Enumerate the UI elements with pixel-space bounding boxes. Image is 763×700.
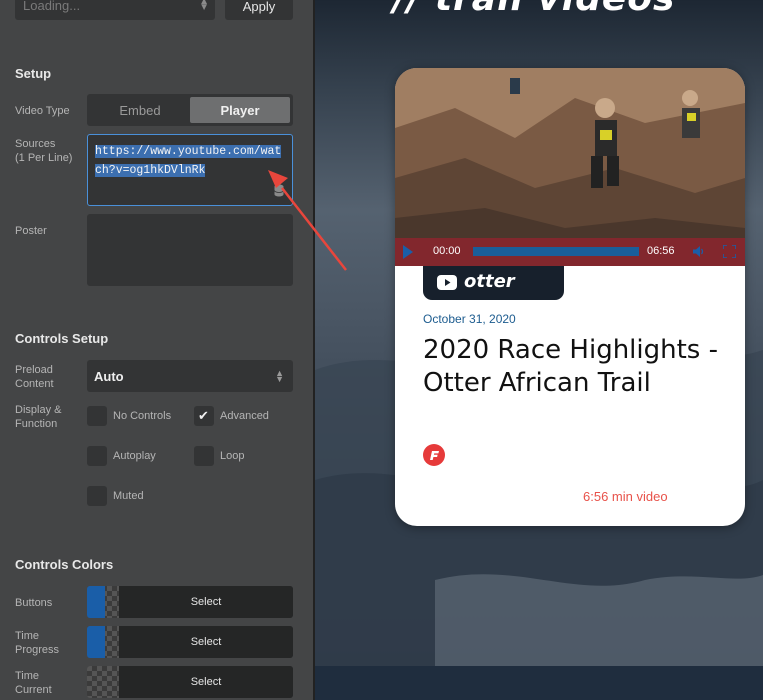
element-select-value: Loading...	[23, 0, 81, 13]
sources-label-line1: Sources	[15, 138, 56, 150]
video-duration-text: 6:56 min video	[583, 489, 668, 504]
volume-icon[interactable]	[693, 246, 705, 257]
current-time: 00:00	[433, 245, 461, 257]
muted-checkbox[interactable]	[87, 486, 107, 506]
poster-label: Poster	[15, 225, 47, 237]
database-icon[interactable]	[274, 184, 284, 197]
time-current-label-line2: Current	[15, 684, 52, 696]
video-card: 00:00 06:56 otter October 31, 2020 2020 …	[395, 68, 745, 526]
muted-label: Muted	[113, 490, 144, 502]
video-player[interactable]: 00:00 06:56	[395, 68, 745, 266]
time-current-color-label: Time Current	[15, 669, 52, 697]
chevron-updown-icon: ▲ ▼	[199, 0, 209, 13]
preview-canvas: // trail videos 00:00	[315, 0, 763, 700]
advanced-checkbox[interactable]: ✔	[194, 406, 214, 426]
section-heading: // trail videos	[393, 0, 675, 19]
autoplay-checkbox[interactable]	[87, 446, 107, 466]
preload-select[interactable]: Auto ▲ ▼	[87, 360, 293, 392]
channel-badge: otter	[423, 266, 564, 300]
no-controls-checkbox[interactable]	[87, 406, 107, 426]
preload-label-line2: Content	[15, 378, 54, 390]
video-type-player-option[interactable]: Player	[190, 97, 290, 123]
setup-section-title: Setup	[15, 66, 52, 81]
checkmark-icon: ✔	[198, 408, 209, 423]
controls-colors-section-title: Controls Colors	[15, 557, 114, 572]
fullscreen-icon[interactable]	[723, 245, 736, 258]
sources-label: Sources (1 Per Line)	[15, 137, 72, 165]
controls-setup-section-title: Controls Setup	[15, 331, 109, 346]
preload-label-line1: Preload	[15, 364, 53, 376]
time-current-select-button[interactable]: Select	[119, 666, 293, 698]
youtube-play-icon	[437, 275, 457, 290]
video-thumbnail-image	[395, 68, 745, 266]
progress-bar[interactable]	[473, 247, 639, 256]
time-current-label-line1: Time	[15, 670, 40, 682]
time-current-color-picker: Select	[87, 666, 293, 698]
video-date: October 31, 2020	[423, 312, 516, 326]
time-progress-label-line2: Progress	[15, 644, 60, 656]
advanced-label: Advanced	[220, 410, 269, 422]
sources-label-line2: (1 Per Line)	[15, 152, 73, 164]
poster-input[interactable]	[87, 214, 293, 286]
buttons-color-fill	[87, 586, 105, 618]
brand-logo-icon	[423, 444, 445, 466]
preview-bottom-bar	[315, 666, 763, 700]
color-swatch[interactable]	[87, 666, 119, 698]
play-icon[interactable]	[403, 245, 413, 259]
video-title: 2020 Race Highlights - Otter African Tra…	[423, 335, 718, 398]
autoplay-label: Autoplay	[113, 450, 156, 462]
loop-checkbox[interactable]	[194, 446, 214, 466]
loop-label: Loop	[220, 450, 245, 462]
buttons-select-button[interactable]: Select	[119, 586, 293, 618]
time-progress-color-picker: Select	[87, 626, 293, 658]
sources-textarea[interactable]: https://www.youtube.com/watch?v=og1hkDVl…	[87, 134, 293, 206]
display-label-line1: Display &	[15, 404, 62, 416]
chevron-updown-icon: ▲ ▼	[275, 368, 284, 384]
display-label-line2: Function	[15, 418, 58, 430]
time-progress-select-button[interactable]: Select	[119, 626, 293, 658]
sources-text: https://www.youtube.com/watch?v=og1hkDVl…	[95, 145, 282, 177]
buttons-color-label: Buttons	[15, 597, 53, 609]
time-progress-color-fill	[87, 626, 105, 658]
element-select[interactable]: Loading... ▲ ▼	[15, 0, 215, 20]
preload-label: Preload Content	[15, 363, 54, 391]
preload-select-value: Auto	[94, 369, 124, 384]
display-function-label: Display & Function	[15, 403, 61, 431]
channel-name: otter	[464, 271, 515, 292]
duration-time: 06:56	[647, 245, 675, 257]
no-controls-label: No Controls	[113, 410, 172, 422]
time-progress-color-label: Time Progress	[15, 629, 59, 657]
settings-panel: Loading... ▲ ▼ Apply Setup Video Type Emb…	[0, 0, 313, 700]
buttons-color-picker: Select	[87, 586, 293, 618]
video-type-embed-option[interactable]: Embed	[90, 97, 190, 123]
video-type-label: Video Type	[15, 105, 70, 117]
apply-button[interactable]: Apply	[225, 0, 293, 20]
video-controls-bar: 00:00 06:56	[395, 238, 745, 266]
video-type-toggle: Embed Player	[87, 94, 293, 126]
time-progress-label-line1: Time	[15, 630, 40, 642]
